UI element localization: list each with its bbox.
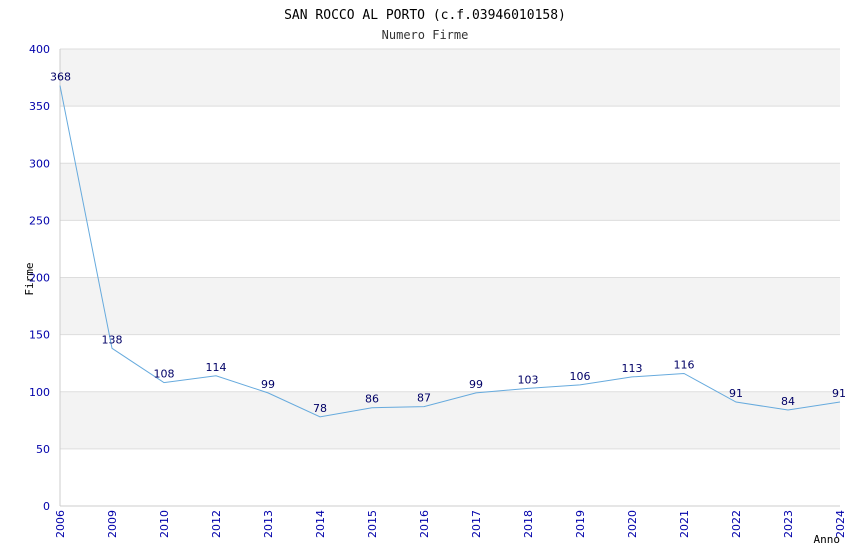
- x-tick-label: 2016: [418, 510, 431, 538]
- grid-band: [60, 334, 840, 392]
- x-tick-label: 2013: [262, 510, 275, 538]
- data-label: 84: [781, 395, 795, 408]
- data-label: 99: [469, 378, 483, 391]
- data-label: 113: [622, 362, 643, 375]
- data-label: 116: [674, 358, 695, 371]
- x-tick-label: 2021: [678, 510, 691, 538]
- grid-band: [60, 49, 840, 107]
- x-axis-label: Anno: [814, 533, 841, 546]
- x-tick-label: 2009: [106, 510, 119, 538]
- data-label: 91: [832, 387, 846, 400]
- line-chart: SAN ROCCO AL PORTO (c.f.03946010158) Num…: [23, 8, 847, 546]
- x-tick-label: 2017: [470, 510, 483, 538]
- y-tick-label: 150: [29, 329, 50, 342]
- data-label: 106: [570, 370, 591, 383]
- data-label: 368: [50, 71, 71, 84]
- data-label: 99: [261, 378, 275, 391]
- x-tick-label: 2014: [314, 510, 327, 538]
- data-label: 108: [154, 368, 175, 381]
- grid-band: [60, 220, 840, 278]
- x-tick-label: 2019: [574, 510, 587, 538]
- grid-band: [60, 163, 840, 221]
- data-label: 86: [365, 393, 379, 406]
- x-tick-label: 2006: [54, 510, 67, 538]
- y-tick-label: 50: [36, 443, 50, 456]
- data-label: 87: [417, 392, 431, 405]
- y-tick-label: 250: [29, 214, 50, 227]
- data-label: 91: [729, 387, 743, 400]
- grid-band: [60, 391, 840, 449]
- grid-band: [60, 448, 840, 506]
- x-tick-label: 2023: [782, 510, 795, 538]
- data-label: 78: [313, 402, 327, 415]
- x-tick-label: 2020: [626, 510, 639, 538]
- x-tick-label: 2022: [730, 510, 743, 538]
- chart-subtitle: Numero Firme: [382, 28, 469, 42]
- x-tick-label: 2012: [210, 510, 223, 538]
- chart-title: SAN ROCCO AL PORTO (c.f.03946010158): [284, 8, 566, 23]
- x-tick-label: 2018: [522, 510, 535, 538]
- x-tick-label: 2010: [158, 510, 171, 538]
- y-tick-label: 350: [29, 100, 50, 113]
- grid-band: [60, 106, 840, 164]
- data-label: 103: [518, 373, 539, 386]
- y-tick-label: 0: [43, 500, 50, 513]
- y-tick-label: 400: [29, 43, 50, 56]
- y-tick-label: 300: [29, 157, 50, 170]
- x-axis-ticks: 2006 2009 2010 2012 2013 2014 2015 2016 2017 2018…: [54, 510, 847, 538]
- data-label: 138: [102, 333, 123, 346]
- x-tick-label: 2015: [366, 510, 379, 538]
- data-label: 114: [206, 361, 227, 374]
- grid-band: [60, 277, 840, 335]
- y-axis-label: Firme: [23, 262, 36, 295]
- y-tick-label: 100: [29, 386, 50, 399]
